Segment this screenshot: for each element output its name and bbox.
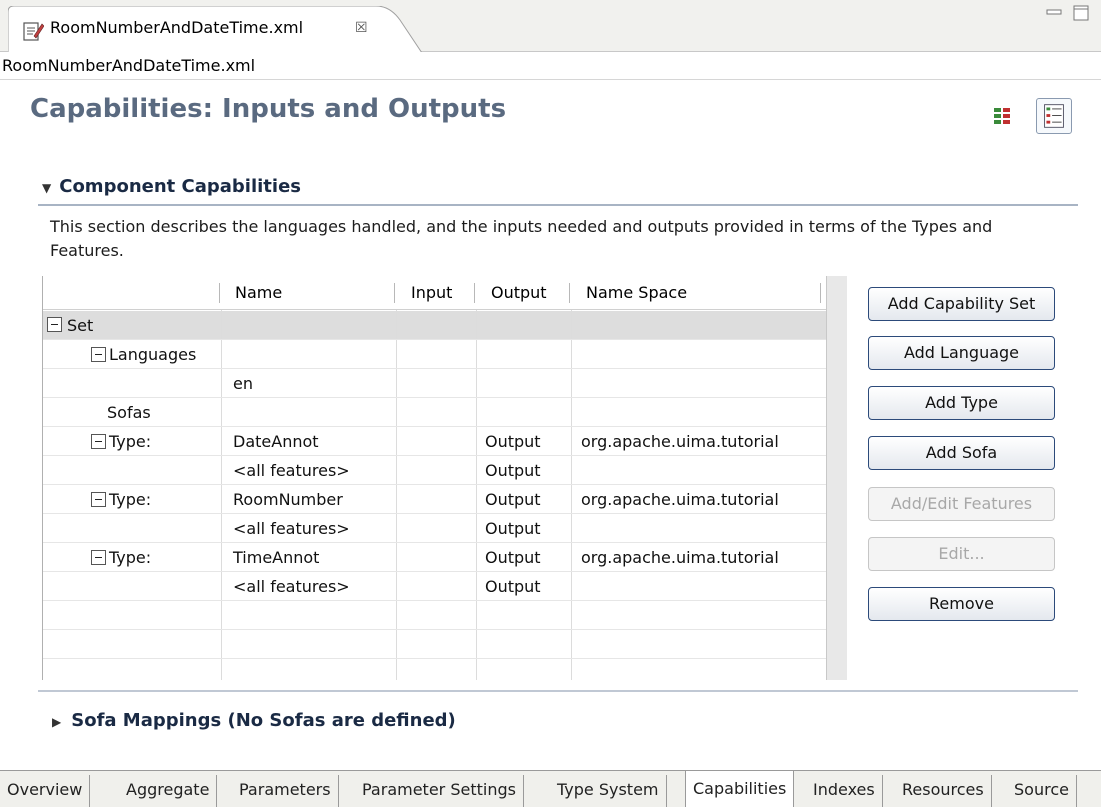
namespace-cell[interactable]: org.apache.uima.tutorial bbox=[581, 548, 779, 567]
grid-line bbox=[43, 339, 826, 340]
features-cell[interactable]: <all features> bbox=[233, 461, 350, 480]
xml-file-icon bbox=[23, 22, 44, 41]
column-header-name[interactable]: Name bbox=[235, 283, 282, 302]
grid-line bbox=[476, 310, 477, 680]
grid-line bbox=[43, 368, 826, 369]
section-divider bbox=[38, 690, 1078, 692]
grid-line bbox=[43, 513, 826, 514]
table-row-selected[interactable] bbox=[43, 311, 826, 339]
output-cell[interactable]: Output bbox=[485, 548, 541, 567]
grid-line bbox=[43, 455, 826, 456]
chevron-down-icon[interactable]: ▼ bbox=[42, 181, 51, 195]
output-cell[interactable]: Output bbox=[485, 490, 541, 509]
type-label[interactable]: Type: bbox=[109, 432, 151, 451]
component-capabilities-header[interactable]: ▼ Component Capabilities bbox=[42, 176, 301, 197]
vertical-layout-icon[interactable] bbox=[1036, 98, 1072, 134]
column-separator[interactable] bbox=[219, 283, 220, 303]
add-type-button[interactable]: Add Type bbox=[868, 386, 1055, 420]
namespace-cell[interactable]: org.apache.uima.tutorial bbox=[581, 432, 779, 451]
sofa-mappings-header[interactable]: ▶ Sofa Mappings (No Sofas are defined) bbox=[52, 710, 456, 731]
capabilities-table[interactable]: Name Input Output Name Space Set Languag… bbox=[42, 276, 847, 680]
language-cell[interactable]: en bbox=[233, 374, 253, 393]
editor-tab-bar: RoomNumberAndDateTime.xml ☒ bbox=[0, 0, 1101, 53]
output-cell[interactable]: Output bbox=[485, 577, 541, 596]
collapse-type-icon[interactable] bbox=[91, 492, 106, 507]
tab-aggregate[interactable]: Aggregate bbox=[119, 775, 218, 807]
maximize-icon[interactable] bbox=[1072, 4, 1090, 22]
horizontal-layout-icon[interactable] bbox=[992, 106, 1012, 126]
output-cell[interactable]: Output bbox=[485, 519, 541, 538]
collapse-type-icon[interactable] bbox=[91, 550, 106, 565]
type-label[interactable]: Type: bbox=[109, 490, 151, 509]
sofa-mappings-title: Sofa Mappings (No Sofas are defined) bbox=[71, 710, 456, 731]
chevron-right-icon[interactable]: ▶ bbox=[52, 715, 61, 729]
tab-resources[interactable]: Resources bbox=[895, 775, 992, 807]
collapse-set-icon[interactable] bbox=[47, 317, 62, 332]
grid-line bbox=[43, 658, 826, 659]
editor-page-tabs: Overview Aggregate Parameters Parameter … bbox=[0, 770, 1101, 807]
type-name-cell[interactable]: TimeAnnot bbox=[233, 548, 319, 567]
grid-line bbox=[43, 397, 826, 398]
page-title: Capabilities: Inputs and Outputs bbox=[30, 94, 507, 124]
minimize-icon[interactable] bbox=[1046, 8, 1062, 18]
remove-button[interactable]: Remove bbox=[868, 587, 1055, 621]
tab-indexes[interactable]: Indexes bbox=[806, 775, 883, 807]
grid-line bbox=[43, 600, 826, 601]
grid-line bbox=[571, 310, 572, 680]
section-title: Component Capabilities bbox=[59, 176, 302, 197]
features-cell[interactable]: <all features> bbox=[233, 519, 350, 538]
features-cell[interactable]: <all features> bbox=[233, 577, 350, 596]
grid-line bbox=[43, 426, 826, 427]
tab-source[interactable]: Source bbox=[1007, 775, 1077, 807]
collapse-type-icon[interactable] bbox=[91, 434, 106, 449]
grid-line bbox=[43, 629, 826, 630]
column-separator[interactable] bbox=[474, 283, 475, 303]
collapse-languages-icon[interactable] bbox=[91, 347, 106, 362]
editor-tab-title: RoomNumberAndDateTime.xml bbox=[50, 18, 304, 37]
column-separator[interactable] bbox=[569, 283, 570, 303]
add-edit-features-button[interactable]: Add/Edit Features bbox=[868, 487, 1055, 521]
tab-parameter-settings[interactable]: Parameter Settings bbox=[355, 775, 524, 807]
tree-label-languages[interactable]: Languages bbox=[109, 345, 196, 364]
add-sofa-button[interactable]: Add Sofa bbox=[868, 436, 1055, 470]
file-path-label: RoomNumberAndDateTime.xml bbox=[0, 52, 1101, 80]
section-divider bbox=[38, 204, 1078, 206]
column-header-namespace[interactable]: Name Space bbox=[586, 283, 687, 302]
type-label[interactable]: Type: bbox=[109, 548, 151, 567]
add-capability-set-button[interactable]: Add Capability Set bbox=[868, 287, 1055, 321]
namespace-cell[interactable]: org.apache.uima.tutorial bbox=[581, 490, 779, 509]
section-description: This section describes the languages han… bbox=[50, 217, 993, 260]
close-icon[interactable]: ☒ bbox=[355, 20, 368, 36]
grid-line bbox=[221, 310, 222, 680]
editor-tab[interactable]: RoomNumberAndDateTime.xml ☒ bbox=[8, 6, 428, 53]
tab-type-system[interactable]: Type System bbox=[550, 775, 667, 807]
column-header-output[interactable]: Output bbox=[491, 283, 547, 302]
grid-line bbox=[43, 484, 826, 485]
type-name-cell[interactable]: RoomNumber bbox=[233, 490, 343, 509]
grid-line bbox=[396, 310, 397, 680]
tree-label-sofas[interactable]: Sofas bbox=[107, 403, 151, 422]
vertical-scrollbar[interactable] bbox=[826, 276, 847, 680]
output-cell[interactable]: Output bbox=[485, 432, 541, 451]
edit-button[interactable]: Edit... bbox=[868, 537, 1055, 571]
column-header-input[interactable]: Input bbox=[411, 283, 452, 302]
tab-capabilities[interactable]: Capabilities bbox=[685, 771, 795, 807]
table-header: Name Input Output Name Space bbox=[43, 276, 826, 310]
tree-label-set[interactable]: Set bbox=[67, 316, 93, 335]
column-separator[interactable] bbox=[394, 283, 395, 303]
tab-parameters[interactable]: Parameters bbox=[232, 775, 339, 807]
grid-line bbox=[43, 571, 826, 572]
column-separator[interactable] bbox=[820, 283, 821, 303]
type-name-cell[interactable]: DateAnnot bbox=[233, 432, 319, 451]
add-language-button[interactable]: Add Language bbox=[868, 336, 1055, 370]
grid-line bbox=[43, 542, 826, 543]
output-cell[interactable]: Output bbox=[485, 461, 541, 480]
tab-overview[interactable]: Overview bbox=[0, 775, 91, 807]
